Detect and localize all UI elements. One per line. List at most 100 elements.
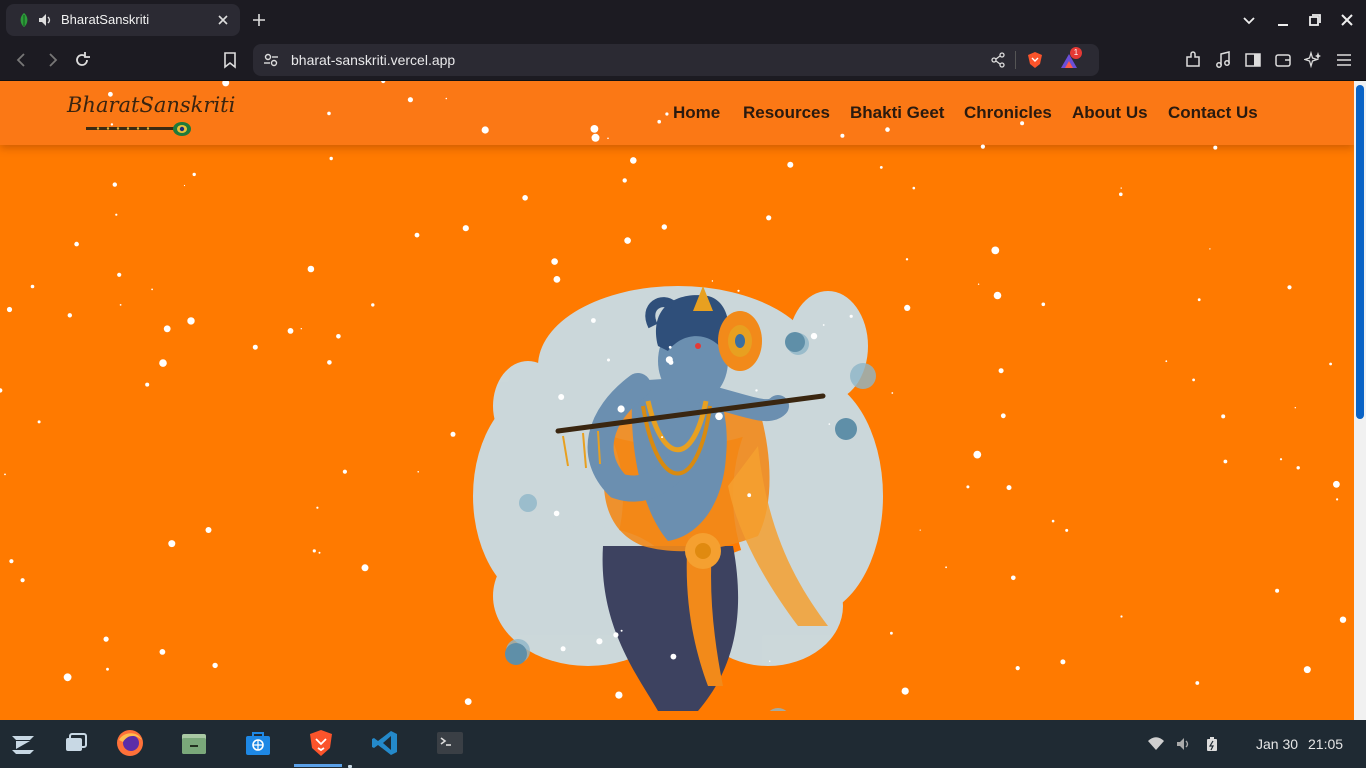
nav-contact-us[interactable]: Contact Us	[1168, 103, 1258, 123]
snowflake	[37, 420, 41, 424]
snowflake	[905, 258, 909, 261]
site-settings-icon[interactable]	[263, 52, 279, 68]
firefox-icon[interactable]	[115, 728, 145, 758]
wallet-icon[interactable]	[1274, 51, 1292, 69]
vscode-icon[interactable]	[370, 728, 400, 758]
rewards-badge: 1	[1070, 47, 1082, 59]
share-icon[interactable]	[990, 52, 1006, 68]
snowflake	[966, 485, 970, 489]
snowflake	[1041, 302, 1046, 307]
terminal-icon[interactable]	[435, 728, 465, 758]
snowflake	[151, 288, 154, 291]
krishna-flute-illustration	[473, 286, 883, 711]
snowflake	[1119, 192, 1123, 197]
zorin-menu-icon[interactable]	[8, 728, 38, 758]
snowflake	[115, 213, 118, 216]
snowflake	[912, 186, 916, 190]
snowflake	[106, 667, 109, 671]
nav-bhakti-geet[interactable]: Bhakti Geet	[850, 103, 944, 123]
snowflake	[1339, 616, 1347, 623]
nav-chronicles[interactable]: Chronicles	[964, 103, 1052, 123]
snowflake	[1329, 362, 1332, 366]
brave-icon[interactable]	[306, 728, 336, 758]
site-navbar: BharatSanskriti Home Resources Bhakti Ge…	[0, 81, 1354, 145]
close-tab-icon[interactable]	[216, 13, 230, 27]
maximize-icon[interactable]	[1307, 12, 1323, 28]
taskbar-date[interactable]: Jan 30	[1256, 736, 1298, 752]
wifi-icon[interactable]	[1148, 736, 1164, 752]
sidebar-icon[interactable]	[1244, 51, 1262, 69]
snowflake	[192, 172, 196, 177]
snowflake	[327, 360, 332, 365]
snowflake	[904, 304, 911, 311]
page-scrollbar[interactable]	[1354, 81, 1366, 720]
snowflake	[991, 246, 1000, 255]
minimize-icon[interactable]	[1275, 12, 1291, 28]
snowflake	[945, 566, 947, 569]
snowflake	[1065, 528, 1069, 532]
nav-resources[interactable]: Resources	[743, 103, 830, 123]
snowflake	[998, 368, 1004, 374]
new-tab-icon[interactable]	[250, 11, 268, 29]
forward-icon[interactable]	[43, 51, 61, 69]
snowflake	[4, 473, 6, 476]
workspaces-icon[interactable]	[60, 728, 90, 758]
tab-strip: BharatSanskriti	[0, 0, 1366, 40]
snowflake	[145, 382, 150, 387]
browser-tab[interactable]: BharatSanskriti	[6, 4, 240, 36]
site-logo[interactable]: BharatSanskriti	[67, 93, 235, 117]
snowflake	[63, 673, 72, 682]
snowflake	[1060, 659, 1066, 665]
snowflake	[212, 662, 218, 669]
snowflake	[1000, 413, 1006, 419]
brave-shields-icon[interactable]	[1026, 51, 1044, 69]
battery-icon[interactable]	[1204, 736, 1220, 752]
snowflake	[1287, 285, 1292, 290]
tab-list-chevron-icon[interactable]	[1241, 12, 1257, 28]
tab-title: BharatSanskriti	[61, 12, 150, 27]
leo-ai-icon[interactable]	[1304, 51, 1322, 69]
snowflake	[342, 469, 347, 474]
snowflake	[1015, 666, 1020, 671]
reload-icon[interactable]	[73, 51, 91, 69]
snowflake	[1336, 498, 1339, 501]
snowflake	[1197, 298, 1201, 302]
snowflake	[287, 328, 294, 334]
snowflake	[119, 304, 122, 306]
snowflake	[252, 344, 258, 350]
snowflake	[1213, 145, 1218, 150]
snowflake	[9, 559, 14, 564]
snowflake	[1221, 414, 1226, 419]
snowflake	[450, 431, 456, 437]
volume-icon[interactable]	[1176, 736, 1192, 752]
bookmark-icon[interactable]	[221, 51, 239, 69]
media-music-icon[interactable]	[1214, 51, 1232, 69]
address-bar[interactable]: bharat-sanskriti.vercel.app 1	[253, 44, 1099, 76]
snowflake	[112, 182, 118, 187]
snowflake	[67, 313, 73, 318]
snowflake	[787, 161, 794, 168]
speaker-icon[interactable]	[38, 13, 54, 27]
scrollbar-thumb[interactable]	[1356, 85, 1364, 419]
snowflake	[1209, 248, 1211, 250]
nav-home[interactable]: Home	[673, 103, 720, 123]
nav-about-us[interactable]: About Us	[1072, 103, 1148, 123]
extensions-icon[interactable]	[1184, 51, 1202, 69]
close-window-icon[interactable]	[1339, 12, 1355, 28]
url-text[interactable]: bharat-sanskriti.vercel.app	[291, 52, 455, 68]
taskbar-time[interactable]: 21:05	[1308, 736, 1343, 752]
snowflake	[1195, 681, 1200, 685]
web-page: BharatSanskriti Home Resources Bhakti Ge…	[0, 81, 1354, 720]
snowflake	[1275, 588, 1280, 593]
snowflake	[891, 392, 894, 394]
snowflake	[30, 284, 35, 289]
software-store-icon[interactable]	[243, 728, 273, 758]
snowflake	[187, 317, 195, 325]
files-icon[interactable]	[179, 728, 209, 758]
snowflake	[1192, 378, 1195, 382]
snowflake	[1165, 360, 1168, 363]
back-icon[interactable]	[13, 51, 31, 69]
snowflake	[1006, 485, 1012, 491]
snowflake	[20, 578, 25, 583]
menu-icon[interactable]	[1335, 51, 1353, 69]
